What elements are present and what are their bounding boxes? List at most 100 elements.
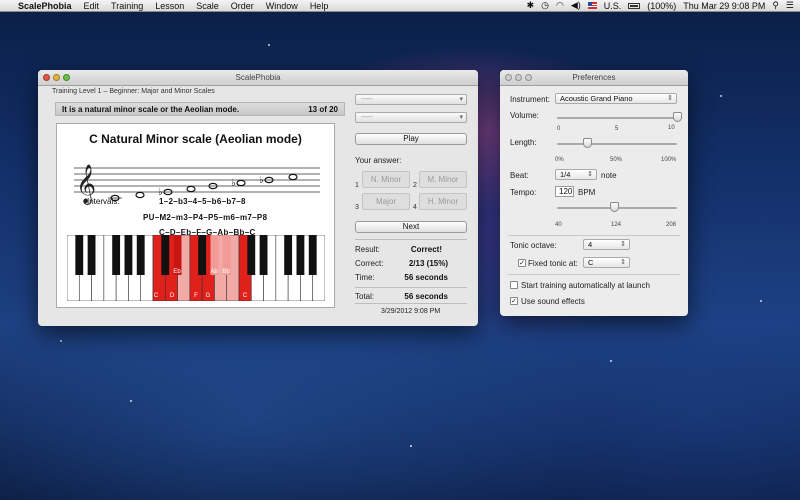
us-flag-icon[interactable] [587, 2, 597, 9]
black-key-e-flat3[interactable] [87, 235, 96, 275]
svg-text:♭: ♭ [231, 178, 236, 189]
menu-training[interactable]: Training [111, 1, 143, 11]
answer-num-4: 4 [413, 204, 417, 211]
beat-unit: note [601, 171, 617, 180]
scale-dropdown-1[interactable]: ----- [355, 94, 467, 105]
menu-app-name[interactable]: ScalePhobia [18, 1, 72, 11]
volume-max: 10 [668, 125, 675, 131]
piano-keyboard[interactable]: C D F G C Eb Ab Bb [67, 235, 325, 301]
question-text: It is a natural minor scale or the Aeoli… [62, 104, 240, 114]
divider [508, 274, 680, 275]
intervals-label: Intervals: [87, 197, 120, 206]
minimize-icon[interactable] [515, 74, 522, 81]
tempo-input[interactable]: 120 [555, 186, 574, 197]
menu-bar: ScalePhobia Edit Training Lesson Scale O… [0, 0, 800, 12]
play-button[interactable]: Play [355, 133, 467, 145]
volume-icon[interactable]: ◀) [571, 0, 581, 11]
divider [355, 239, 467, 240]
answer-major-button[interactable]: Major [362, 193, 410, 210]
main-titlebar[interactable]: ScalePhobia [38, 70, 478, 86]
sound-effects-checkbox[interactable]: ✓ [510, 297, 518, 305]
window-title: ScalePhobia [235, 73, 281, 82]
black-key-c-sharp5[interactable] [247, 235, 256, 275]
black-key-b-flat5[interactable] [308, 235, 317, 275]
beat-select[interactable]: 1/4 [555, 169, 597, 180]
time-label: Time: [355, 273, 375, 282]
total-value: 56 seconds [404, 292, 448, 301]
menu-edit[interactable]: Edit [84, 1, 100, 11]
minimize-icon[interactable] [53, 74, 60, 81]
close-icon[interactable] [43, 74, 50, 81]
scale-dropdown-2[interactable]: ----- [355, 112, 467, 123]
bluetooth-icon[interactable]: ✱ [527, 0, 535, 11]
answer-m-minor-button[interactable]: M. Minor [419, 171, 467, 188]
note-c-high [288, 173, 298, 181]
battery-icon[interactable] [628, 2, 641, 9]
key-label-g: G [206, 293, 211, 299]
menu-help[interactable]: Help [310, 1, 329, 11]
note-f [186, 185, 196, 193]
answer-num-1: 1 [355, 182, 359, 189]
black-key-f-sharp5[interactable] [284, 235, 293, 275]
answer-num-2: 2 [413, 182, 417, 189]
tonic-octave-select[interactable]: 4 [583, 239, 630, 250]
scale-title: C Natural Minor scale (Aeolian mode) [89, 132, 302, 146]
black-key-b-flat3[interactable] [136, 235, 145, 275]
volume-label: Volume: [510, 111, 539, 120]
time-machine-icon[interactable]: ◷ [541, 0, 549, 11]
zoom-icon[interactable] [63, 74, 70, 81]
menu-order[interactable]: Order [231, 1, 254, 11]
instrument-select[interactable]: Acoustic Grand Piano [555, 93, 677, 104]
menu-scale[interactable]: Scale [196, 1, 219, 11]
instrument-label: Instrument: [510, 95, 551, 104]
fixed-tonic-checkbox[interactable]: ✓ [518, 259, 526, 267]
input-source-label[interactable]: U.S. [604, 1, 622, 11]
length-slider-track[interactable] [557, 143, 677, 145]
length-slider-knob[interactable] [582, 138, 592, 148]
menubar-clock[interactable]: Thu Mar 29 9:08 PM [683, 1, 765, 11]
tempo-max: 208 [666, 222, 677, 228]
black-key-a-flat3[interactable] [124, 235, 133, 275]
menu-window[interactable]: Window [266, 1, 298, 11]
next-button[interactable]: Next [355, 221, 467, 233]
length-max: 100% [661, 157, 677, 163]
tempo-slider-knob[interactable] [609, 202, 619, 212]
timestamp: 3/29/2012 9:08 PM [381, 308, 441, 315]
zoom-icon[interactable] [525, 74, 532, 81]
black-key-f-sharp4[interactable] [198, 235, 207, 275]
tempo-unit: BPM [578, 188, 596, 197]
black-key-c-sharp3[interactable] [75, 235, 84, 275]
tempo-min: 40 [555, 222, 562, 228]
notification-icon[interactable]: ☰ [786, 0, 794, 11]
black-key-e-flat5[interactable] [259, 235, 268, 275]
black-key-a-flat5[interactable] [296, 235, 305, 275]
result-label: Result: [355, 245, 380, 254]
star [410, 445, 412, 447]
volume-slider-knob[interactable] [672, 112, 682, 122]
black-key-c-sharp4[interactable] [161, 235, 170, 275]
total-label: Total: [355, 292, 375, 301]
volume-slider-track[interactable] [557, 117, 677, 119]
divider [355, 303, 467, 304]
steps-line: PU–M2–m3–P4–P5–m6–m7–P8 [143, 213, 268, 222]
key-label-bb: Bb [222, 269, 230, 275]
answer-n-minor-button[interactable]: N. Minor [362, 171, 410, 188]
key-label-eb: Eb [173, 269, 181, 275]
svg-text:♭: ♭ [259, 175, 264, 186]
time-value: 56 seconds [404, 273, 448, 282]
note-ab [236, 179, 246, 187]
answer-h-minor-button[interactable]: H. Minor [419, 193, 467, 210]
auto-start-checkbox[interactable] [510, 281, 518, 289]
close-icon[interactable] [505, 74, 512, 81]
battery-percent[interactable]: (100%) [647, 1, 676, 11]
menu-lesson[interactable]: Lesson [155, 1, 184, 11]
spotlight-icon[interactable]: ⚲ [772, 0, 779, 11]
wifi-icon[interactable]: ◠ [556, 0, 564, 11]
prefs-titlebar[interactable]: Preferences [500, 70, 688, 86]
divider [355, 287, 467, 288]
fixed-tonic-select[interactable]: C [583, 257, 630, 268]
black-key-f-sharp3[interactable] [112, 235, 121, 275]
correct-value: 2/13 (15%) [408, 259, 448, 268]
star [268, 44, 270, 46]
question-progress: 13 of 20 [308, 104, 338, 114]
